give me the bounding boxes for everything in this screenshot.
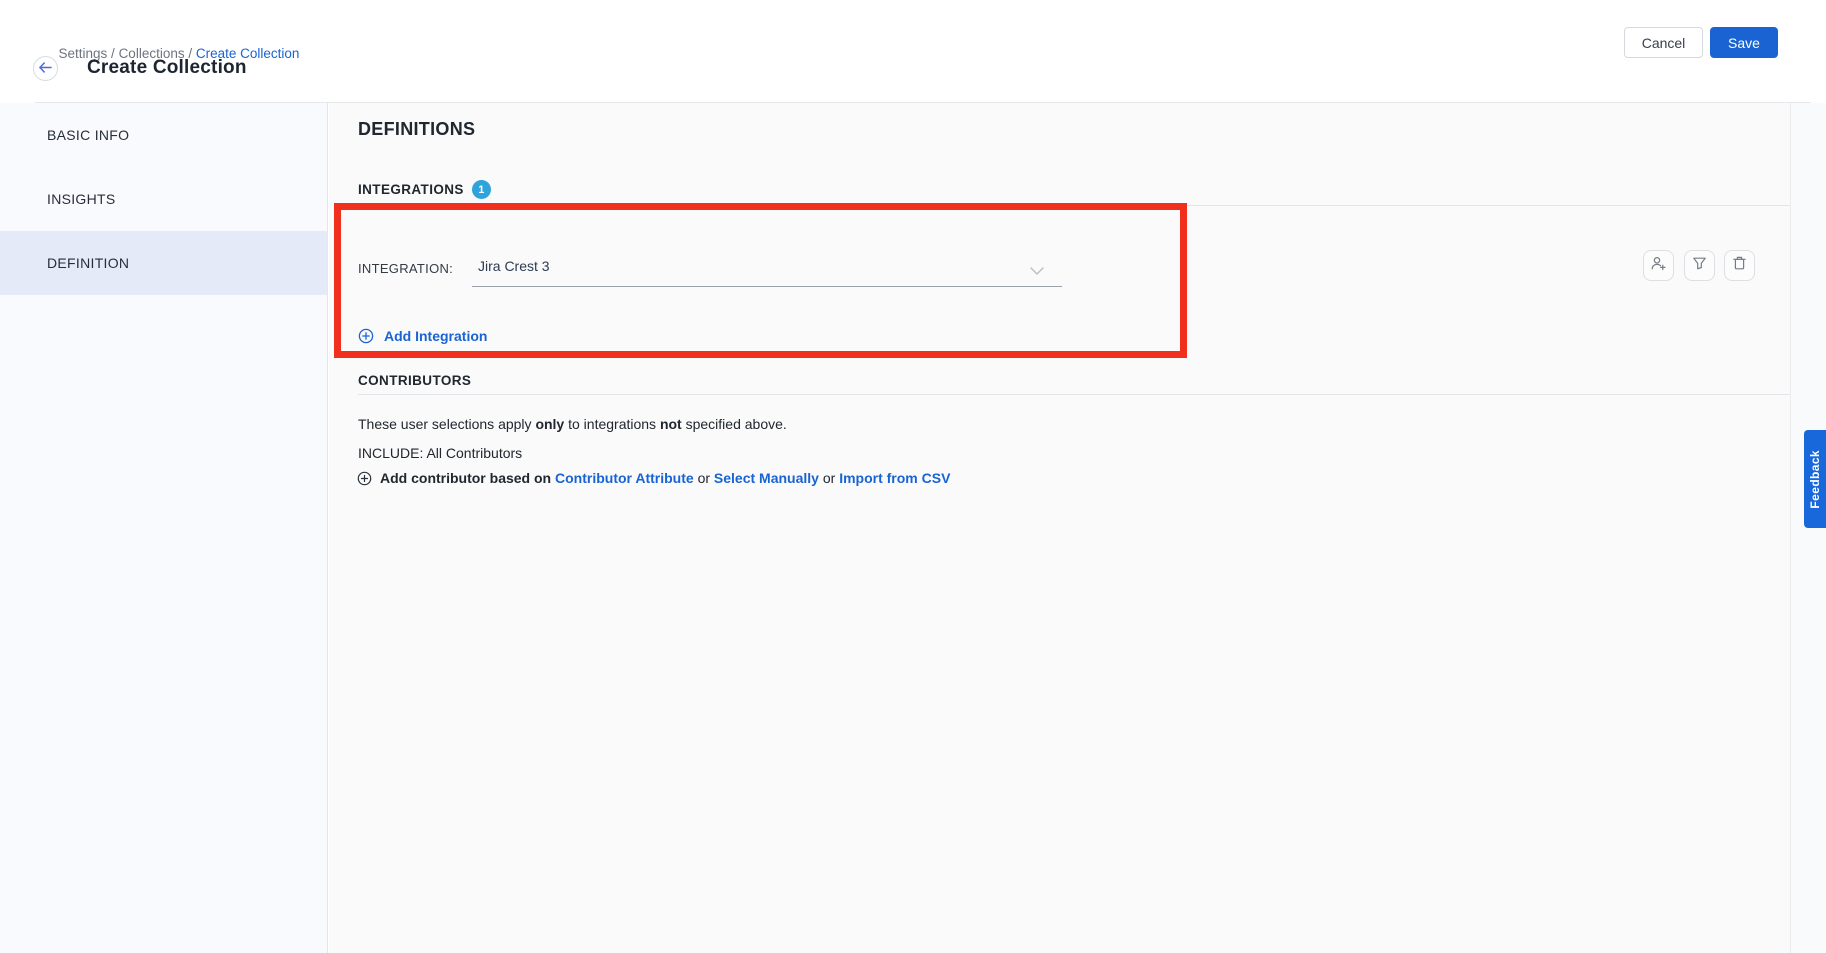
back-arrow-icon (39, 60, 52, 78)
contributors-divider (358, 394, 1790, 395)
page-header: Settings / Collections / Create Collecti… (0, 0, 1826, 103)
filter-button[interactable] (1684, 250, 1715, 281)
contributors-note: These user selections apply only to inte… (358, 416, 787, 432)
delete-button[interactable] (1724, 250, 1755, 281)
select-manually-link[interactable]: Select Manually (714, 470, 819, 486)
add-user-icon (1650, 255, 1667, 277)
add-user-button[interactable] (1643, 250, 1674, 281)
add-contributor-text: Add contributor based on Contributor Att… (380, 470, 950, 486)
plus-circle-icon (358, 328, 374, 344)
add-contributor-prefix: Add contributor based on (380, 470, 555, 486)
integrations-divider (358, 205, 1790, 206)
cancel-button[interactable]: Cancel (1624, 27, 1703, 58)
save-button[interactable]: Save (1710, 27, 1778, 58)
integration-row-label: INTEGRATION: (358, 261, 453, 276)
main-content (329, 103, 1826, 953)
add-contributor-row: Add contributor based on Contributor Att… (357, 470, 950, 486)
sidebar-item-insights[interactable]: INSIGHTS (0, 167, 327, 231)
integration-select[interactable]: Jira Crest 3 (472, 249, 1062, 287)
include-contributors-line: INCLUDE: All Contributors (358, 445, 522, 461)
filter-icon (1692, 256, 1707, 276)
integrations-count-badge: 1 (472, 180, 491, 199)
settings-sidebar: BASIC INFO INSIGHTS DEFINITION (0, 103, 328, 953)
contributors-heading: CONTRIBUTORS (358, 373, 471, 388)
integrations-heading: INTEGRATIONS 1 (358, 180, 491, 199)
add-integration-label: Add Integration (384, 328, 487, 344)
back-button[interactable] (33, 56, 58, 81)
or-text: or (819, 470, 839, 486)
import-from-csv-link[interactable]: Import from CSV (839, 470, 950, 486)
trash-icon (1732, 255, 1747, 276)
create-collection-page: Settings / Collections / Create Collecti… (0, 0, 1826, 953)
feedback-tab[interactable]: Feedback (1804, 430, 1826, 528)
or-text: or (694, 470, 714, 486)
integration-select-value: Jira Crest 3 (478, 258, 550, 274)
content-right-strip (1790, 103, 1826, 953)
chevron-down-icon (1030, 263, 1044, 281)
definitions-section-title: DEFINITIONS (358, 119, 475, 140)
contributor-attribute-link[interactable]: Contributor Attribute (555, 470, 694, 486)
add-integration-link[interactable]: Add Integration (358, 328, 487, 344)
integrations-heading-label: INTEGRATIONS (358, 182, 464, 197)
page-title: Create Collection (87, 57, 247, 79)
sidebar-item-basic-info[interactable]: BASIC INFO (0, 103, 327, 167)
sidebar-item-definition[interactable]: DEFINITION (0, 231, 327, 295)
plus-circle-icon (357, 471, 372, 486)
feedback-tab-label: Feedback (1808, 450, 1822, 509)
